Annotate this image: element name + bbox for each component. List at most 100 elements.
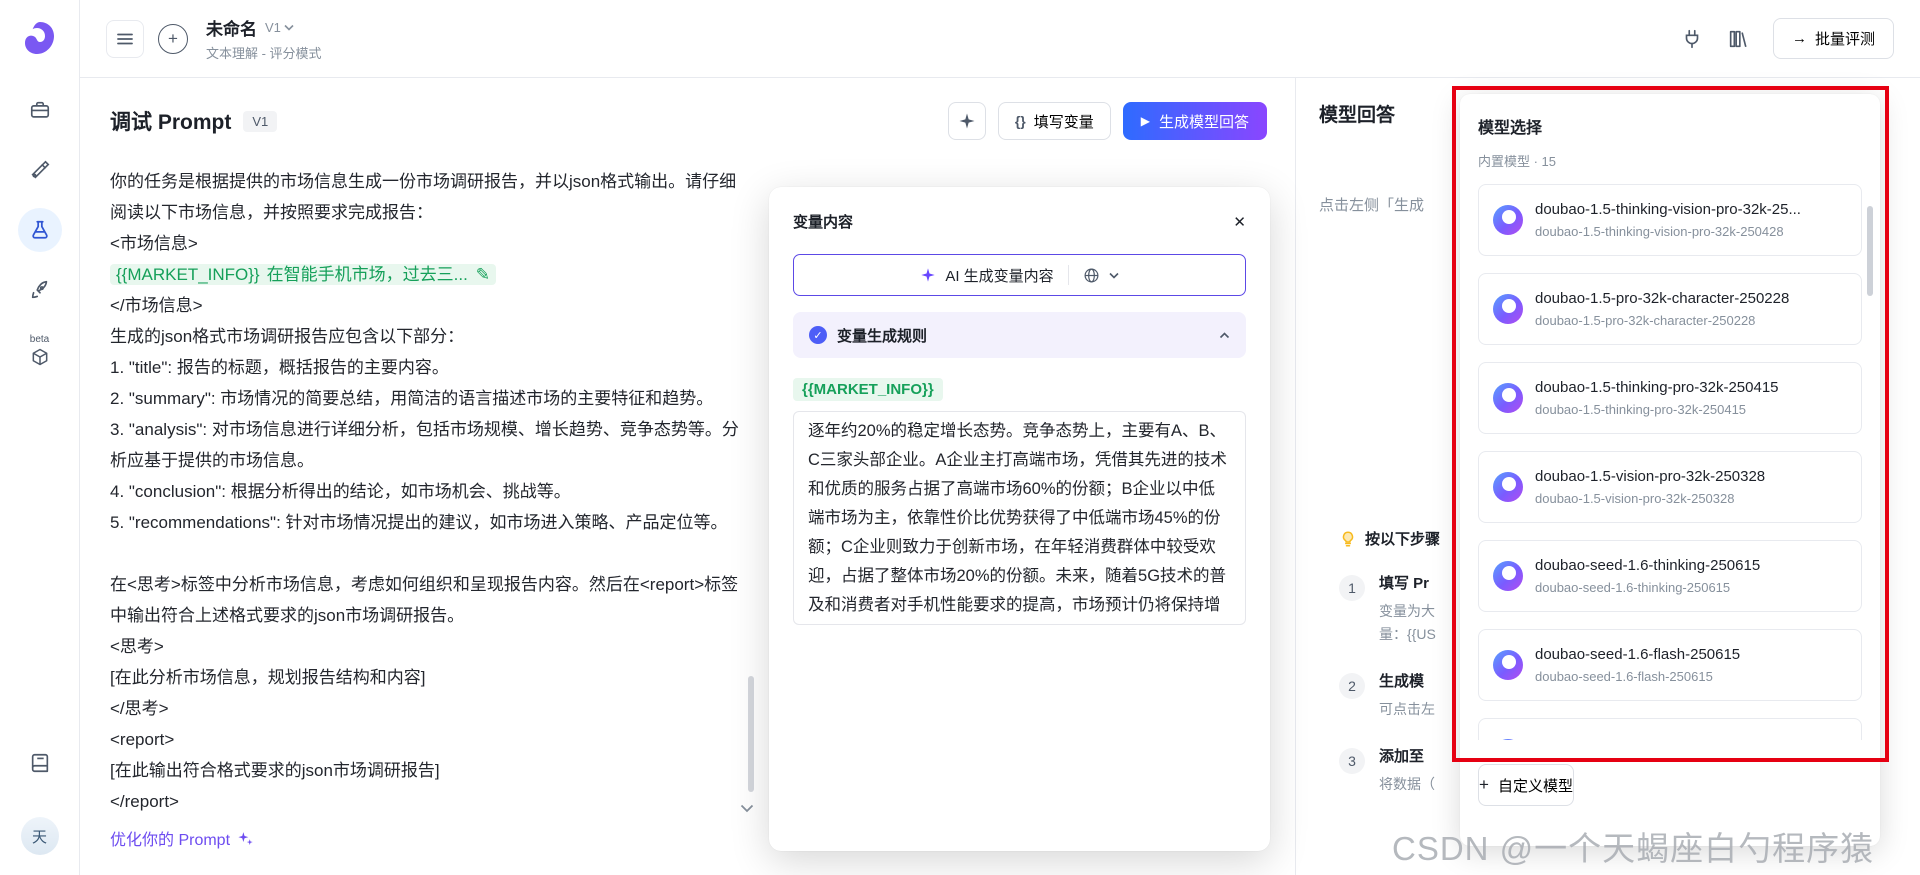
- steps-tip-text: 按以下步骤: [1365, 528, 1440, 549]
- avatar[interactable]: 天: [21, 817, 59, 855]
- sidebar-item-workspace[interactable]: [18, 88, 62, 132]
- sidebar-item-launch[interactable]: [18, 268, 62, 312]
- check-circle-icon: ✓: [809, 326, 827, 344]
- variable-chip[interactable]: {{MARKET_INFO}} 在智能手机市场，过去三... ✎: [110, 264, 496, 285]
- model-option[interactable]: doubao-seed-1.6-flash-250615doubao-seed-…: [1478, 629, 1862, 701]
- sparkle-icon: [920, 267, 936, 283]
- divider: [1068, 265, 1069, 285]
- step-number: 2: [1339, 673, 1365, 699]
- new-document-button[interactable]: +: [158, 24, 188, 54]
- library-icon[interactable]: [1727, 28, 1749, 50]
- book-icon: [29, 752, 51, 774]
- model-option[interactable]: doubao-1.5-pro-32k-character-250228douba…: [1478, 273, 1862, 345]
- step-number: 3: [1339, 748, 1365, 774]
- ai-generate-variable-button[interactable]: AI 生成变量内容: [793, 254, 1246, 296]
- doubao-model-icon: [1493, 294, 1523, 324]
- model-list: doubao-1.5-thinking-vision-pro-32k-25...…: [1478, 184, 1862, 740]
- step-title: 添加至: [1379, 745, 1435, 766]
- fill-variables-button[interactable]: {} 填写变量: [998, 102, 1111, 140]
- variable-rules-section[interactable]: ✓ 变量生成规则: [793, 312, 1246, 358]
- builtin-models-label: 内置模型 · 15: [1478, 151, 1862, 170]
- sidebar-item-beta[interactable]: beta: [18, 328, 62, 372]
- sidebar-item-docs[interactable]: [18, 741, 62, 785]
- doubao-model-icon: [1493, 205, 1523, 235]
- modal-title: 变量内容: [793, 211, 853, 232]
- version-badge: V1: [243, 111, 277, 132]
- document-version-dropdown[interactable]: V1: [265, 20, 294, 35]
- play-icon: ▶: [1141, 114, 1150, 128]
- document-subtitle: 文本理解 - 评分模式: [206, 43, 322, 62]
- doubao-model-icon: [1493, 739, 1523, 740]
- doubao-model-icon: [1493, 561, 1523, 591]
- chevron-up-icon[interactable]: [1219, 332, 1230, 339]
- close-icon[interactable]: ✕: [1233, 213, 1246, 231]
- model-option[interactable]: doubao-1.5-vision-pro-32k-250328doubao-1…: [1478, 451, 1862, 523]
- lightbulb-icon: [1339, 530, 1357, 548]
- document-title: 未命名: [206, 15, 257, 40]
- variable-name: {{MARKET_INFO}}: [116, 265, 260, 284]
- plug-icon[interactable]: [1681, 28, 1703, 50]
- step-number: 1: [1339, 575, 1365, 601]
- model-option-partial[interactable]: [1478, 718, 1862, 740]
- steps-tip: 按以下步骤: [1339, 528, 1440, 549]
- app-logo-icon[interactable]: [20, 18, 60, 58]
- model-option[interactable]: doubao-1.5-thinking-vision-pro-32k-25...…: [1478, 184, 1862, 256]
- edit-icon[interactable]: ✎: [476, 265, 490, 284]
- hamburger-icon: [116, 30, 134, 48]
- topbar-actions: → 批量评测: [1681, 18, 1894, 59]
- variable-value-textarea[interactable]: 逐年约20%的稳定增长态势。竞争态势上，主要有A、B、C三家头部企业。A企业主打…: [793, 411, 1246, 625]
- answer-hint: 点击左侧「生成: [1319, 194, 1424, 215]
- modal-variable-tag: {{MARKET_INFO}}: [793, 378, 943, 401]
- model-list-scrollbar[interactable]: [1867, 206, 1873, 296]
- sidebar-item-lab-active[interactable]: [18, 208, 62, 252]
- globe-icon[interactable]: [1083, 267, 1100, 284]
- briefcase-icon: [29, 99, 51, 121]
- doubao-model-icon: [1493, 472, 1523, 502]
- optimize-prompt-link[interactable]: 优化你的 Prompt: [110, 826, 254, 850]
- model-option[interactable]: doubao-seed-1.6-thinking-250615doubao-se…: [1478, 540, 1862, 612]
- rocket-icon: [29, 279, 51, 301]
- model-option[interactable]: doubao-1.5-thinking-pro-32k-250415doubao…: [1478, 362, 1862, 434]
- arrow-right-icon: →: [1792, 30, 1807, 47]
- chevron-down-icon[interactable]: [1109, 272, 1119, 279]
- magic-sparkle-icon: [237, 830, 254, 847]
- plus-icon: +: [1479, 775, 1489, 795]
- sidebar-item-tools[interactable]: [18, 148, 62, 192]
- cube-icon: [30, 347, 50, 367]
- menu-button[interactable]: [106, 20, 144, 58]
- debug-panel-title: 调试 Prompt: [110, 106, 231, 136]
- step-desc-line: 可点击左: [1379, 698, 1435, 721]
- step-desc-line: 将数据（: [1379, 773, 1435, 796]
- prompt-editor[interactable]: 你的任务是根据提供的市场信息生成一份市场调研报告，并以json格式输出。请仔细阅…: [110, 166, 744, 816]
- model-select-dropdown: 模型选择 内置模型 · 15 doubao-1.5-thinking-visio…: [1460, 94, 1880, 846]
- plus-icon: +: [168, 29, 178, 49]
- step-desc-line: 量：{{US: [1379, 623, 1436, 646]
- sidebar: beta 天: [0, 0, 80, 875]
- generate-answer-button[interactable]: ▶ 生成模型回答: [1123, 102, 1267, 140]
- variable-content-modal: 变量内容 ✕ AI 生成变量内容 ✓ 变量生成规则 {{MARKET_INFO}…: [769, 187, 1270, 851]
- doubao-model-icon: [1493, 383, 1523, 413]
- prompt-text-before: 你的任务是根据提供的市场信息生成一份市场调研报告，并以json格式输出。请仔细阅…: [110, 172, 736, 253]
- debug-header: 调试 Prompt V1 {} 填写变量 ▶ 生成模型回答: [110, 102, 1267, 140]
- batch-eval-button[interactable]: → 批量评测: [1773, 18, 1894, 59]
- top-bar: + 未命名 V1 文本理解 - 评分模式 → 批量评测: [80, 0, 1920, 78]
- braces-icon: {}: [1015, 113, 1026, 129]
- avatar-text: 天: [32, 826, 47, 847]
- sparkle-icon: [958, 112, 976, 130]
- scroll-down-icon[interactable]: [740, 804, 754, 813]
- step-title: 生成模: [1379, 670, 1435, 691]
- chevron-down-icon: [284, 24, 294, 31]
- flask-icon: [29, 219, 51, 241]
- custom-model-button[interactable]: + 自定义模型: [1478, 764, 1574, 806]
- step-desc-line: 变量为大: [1379, 600, 1436, 623]
- beta-label: beta: [30, 334, 49, 345]
- variable-preview: 在智能手机市场，过去三...: [267, 265, 468, 284]
- doubao-model-icon: [1493, 650, 1523, 680]
- answer-panel-title: 模型回答: [1319, 100, 1395, 127]
- wrench-icon: [29, 159, 51, 181]
- document-info: 未命名 V1 文本理解 - 评分模式: [206, 15, 322, 62]
- model-select-title: 模型选择: [1478, 114, 1862, 138]
- prompt-text-after: </市场信息> 生成的json格式市场调研报告应包含以下部分： 1. "titl…: [110, 296, 739, 811]
- editor-scrollbar[interactable]: [748, 676, 754, 792]
- ai-optimize-button[interactable]: [948, 102, 986, 140]
